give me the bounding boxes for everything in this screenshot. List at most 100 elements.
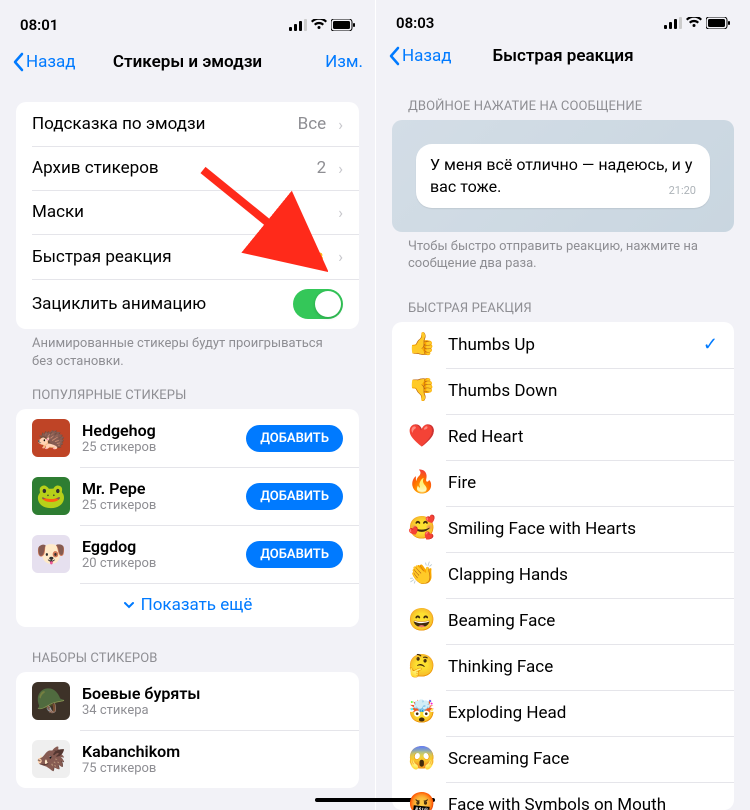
- sticker-info: Eggdog 20 стикеров: [82, 537, 234, 571]
- reaction-emoji: 👍: [408, 332, 434, 357]
- reaction-emoji: 🤔: [408, 654, 434, 679]
- reaction-emoji: 👎: [408, 378, 434, 403]
- sticker-icon: 🦔: [32, 419, 70, 457]
- status-bar: 08:03: [376, 0, 750, 37]
- edit-button[interactable]: Изм.: [325, 52, 363, 72]
- sticker-set-row[interactable]: 🪖 Боевые буряты 34 стикера: [16, 672, 359, 730]
- reaction-row[interactable]: 🥰 Smiling Face with Hearts: [392, 506, 734, 552]
- chevron-down-icon: [123, 599, 135, 611]
- row-label: Зациклить анимацию: [32, 294, 281, 314]
- row-label: Маски: [32, 202, 314, 222]
- row-emoji: 👍: [299, 244, 326, 269]
- reactions-card: 👍 Thumbs Up ✓ 👎 Thumbs Down ❤️ Red Heart…: [392, 322, 734, 810]
- message-bubble[interactable]: У меня всё отлично — надеюсь, и у вас то…: [416, 144, 710, 207]
- add-button[interactable]: ДОБАВИТЬ: [246, 425, 343, 452]
- settings-card: Подсказка по эмодзиВсе›Архив стикеров2›М…: [16, 102, 359, 329]
- show-more-label: Показать ещё: [141, 595, 253, 615]
- settings-row[interactable]: Подсказка по эмодзи Все ›: [16, 102, 359, 146]
- chevron-left-icon: [12, 52, 24, 72]
- sticker-name: Боевые буряты: [82, 684, 343, 703]
- sets-header: НАБОРЫ СТИКЕРОВ: [16, 651, 359, 672]
- status-icons: [664, 17, 730, 29]
- reaction-label: Red Heart: [448, 427, 718, 447]
- sticker-row[interactable]: 🐸 Mr. Pepe 25 стикеров ДОБАВИТЬ: [16, 467, 359, 525]
- back-button[interactable]: Назад: [388, 46, 452, 66]
- checkmark-icon: ✓: [703, 334, 718, 355]
- right-screen: 08:03 Назад Быстрая реакция ДВОЙНОЕ НАЖА…: [375, 0, 750, 810]
- reaction-emoji: 👏: [408, 562, 434, 587]
- reaction-label: Thinking Face: [448, 657, 718, 677]
- signal-icon: [289, 19, 307, 31]
- settings-row[interactable]: Архив стикеров2›: [16, 146, 359, 190]
- footnote: Анимированные стикеры будут проигрыватьс…: [0, 329, 375, 370]
- sticker-name: Mr. Pepe: [82, 479, 234, 498]
- sticker-set-row[interactable]: 🐗 Kabanchikom 75 стикеров: [16, 730, 359, 788]
- sticker-count: 20 стикеров: [82, 556, 234, 571]
- sticker-name: Hedgehog: [82, 421, 234, 440]
- sticker-icon: 🐸: [32, 477, 70, 515]
- sticker-icon: 🪖: [32, 682, 70, 720]
- reaction-label: Face with Symbols on Mouth: [448, 795, 718, 810]
- sticker-row[interactable]: 🐶 Eggdog 20 стикеров ДОБАВИТЬ: [16, 525, 359, 583]
- battery-icon: [706, 17, 730, 29]
- settings-section: Подсказка по эмодзиВсе›Архив стикеров2›М…: [0, 102, 375, 329]
- bubble-text: У меня всё отлично — надеюсь, и у вас то…: [430, 155, 692, 196]
- reactions-header: БЫСТРАЯ РЕАКЦИЯ: [392, 301, 734, 322]
- reaction-label: Beaming Face: [448, 611, 718, 631]
- reaction-row[interactable]: 🤯 Exploding Head: [392, 690, 734, 736]
- preview-header: ДВОЙНОЕ НАЖАТИЕ НА СООБЩЕНИЕ: [392, 99, 734, 120]
- settings-row[interactable]: Маски ›: [16, 190, 359, 234]
- settings-row[interactable]: Быстрая реакция👍›: [16, 234, 359, 279]
- chevron-right-icon: ›: [338, 115, 343, 134]
- status-time: 08:03: [396, 14, 434, 32]
- chevron-right-icon: ›: [338, 247, 343, 266]
- toggle-switch[interactable]: [293, 289, 343, 319]
- status-time: 08:01: [20, 16, 58, 34]
- sticker-count: 25 стикеров: [82, 440, 234, 455]
- row-value: Все: [298, 114, 327, 134]
- reaction-label: Smiling Face with Hearts: [448, 519, 718, 539]
- popular-section: ПОПУЛЯРНЫЕ СТИКЕРЫ 🦔 Hedgehog 25 стикеро…: [0, 388, 375, 627]
- row-label: Подсказка по эмодзи: [32, 114, 286, 134]
- add-button[interactable]: ДОБАВИТЬ: [246, 483, 343, 510]
- reaction-row[interactable]: 🔥 Fire: [392, 460, 734, 506]
- reaction-row[interactable]: ❤️ Red Heart: [392, 414, 734, 460]
- sets-card: 🪖 Боевые буряты 34 стикера 🐗 Kabanchikom…: [16, 672, 359, 788]
- back-button[interactable]: Назад: [12, 52, 76, 72]
- show-more-button[interactable]: Показать ещё: [16, 583, 359, 627]
- reaction-emoji: 🤬: [408, 792, 434, 810]
- reaction-row[interactable]: 😄 Beaming Face: [392, 598, 734, 644]
- reaction-emoji: 🤯: [408, 700, 434, 725]
- status-icons: [289, 19, 355, 31]
- add-button[interactable]: ДОБАВИТЬ: [246, 541, 343, 568]
- settings-row[interactable]: Зациклить анимацию: [16, 279, 359, 329]
- row-label: Архив стикеров: [32, 158, 305, 178]
- reaction-emoji: ❤️: [408, 424, 434, 449]
- sticker-row[interactable]: 🦔 Hedgehog 25 стикеров ДОБАВИТЬ: [16, 409, 359, 467]
- status-bar: 08:01: [0, 0, 375, 40]
- reaction-emoji: 🥰: [408, 516, 434, 541]
- sticker-info: Kabanchikom 75 стикеров: [82, 742, 343, 776]
- signal-icon: [664, 17, 682, 29]
- sticker-info: Hedgehog 25 стикеров: [82, 421, 234, 455]
- reaction-row[interactable]: 😱 Screaming Face: [392, 736, 734, 782]
- reaction-emoji: 😄: [408, 608, 434, 633]
- reaction-row[interactable]: 👏 Clapping Hands: [392, 552, 734, 598]
- reaction-label: Clapping Hands: [448, 565, 718, 585]
- back-label: Назад: [402, 46, 452, 66]
- page-title: Быстрая реакция: [492, 46, 633, 66]
- reaction-label: Screaming Face: [448, 749, 718, 769]
- reaction-emoji: 😱: [408, 746, 434, 771]
- reaction-row[interactable]: 🤬 Face with Symbols on Mouth: [392, 782, 734, 810]
- reaction-label: Fire: [448, 473, 718, 493]
- reaction-row[interactable]: 👎 Thumbs Down: [392, 368, 734, 414]
- reaction-row[interactable]: 🤔 Thinking Face: [392, 644, 734, 690]
- chevron-right-icon: ›: [338, 203, 343, 222]
- sticker-info: Боевые буряты 34 стикера: [82, 684, 343, 718]
- reaction-label: Exploding Head: [448, 703, 718, 723]
- popular-card: 🦔 Hedgehog 25 стикеров ДОБАВИТЬ 🐸 Mr. Pe…: [16, 409, 359, 627]
- reaction-row[interactable]: 👍 Thumbs Up ✓: [392, 322, 734, 368]
- sticker-name: Kabanchikom: [82, 742, 343, 761]
- popular-header: ПОПУЛЯРНЫЕ СТИКЕРЫ: [16, 388, 359, 409]
- header: Назад Быстрая реакция: [376, 37, 750, 76]
